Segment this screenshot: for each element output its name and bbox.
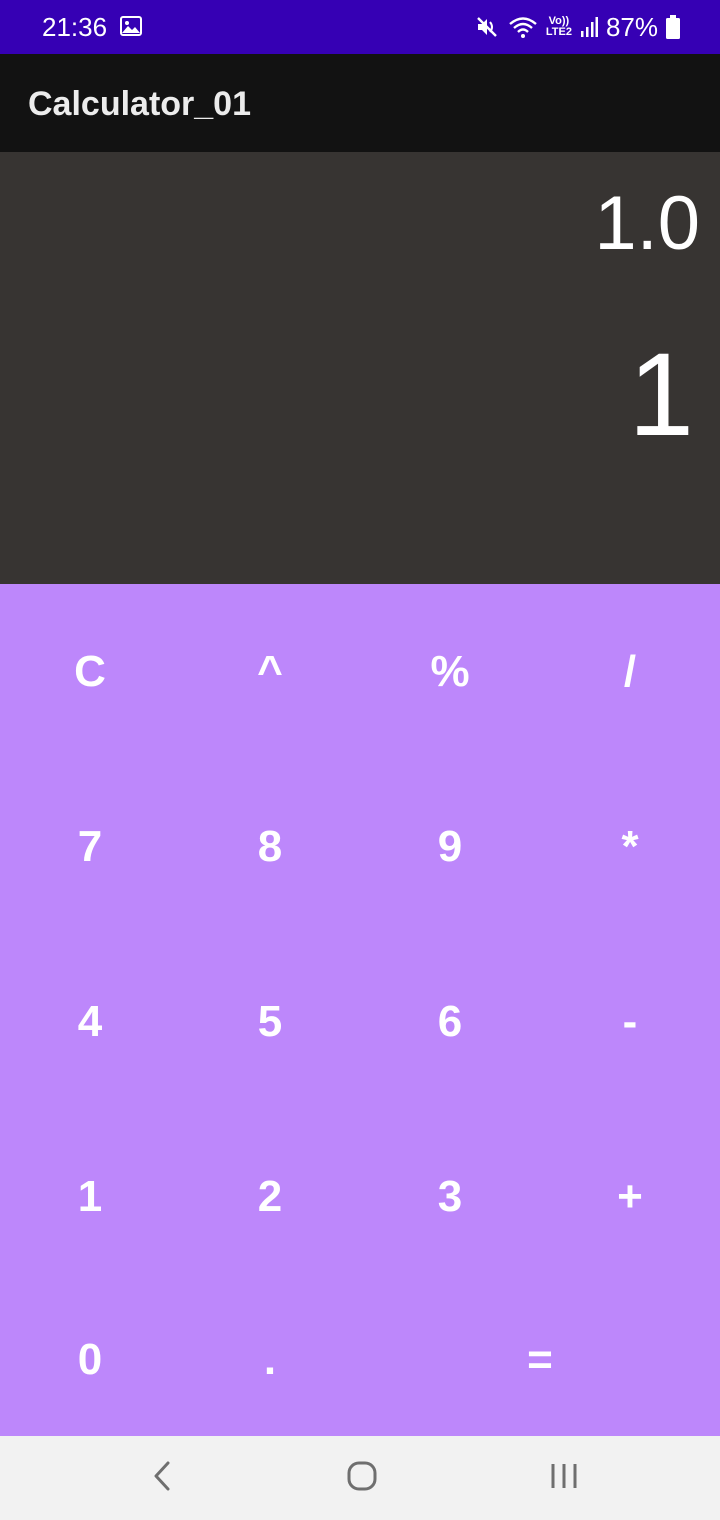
key-3[interactable]: 3	[360, 1109, 540, 1284]
recents-button[interactable]	[536, 1450, 592, 1506]
key-7[interactable]: 7	[0, 759, 180, 934]
navigation-bar	[0, 1436, 720, 1520]
calculator-display: 1.0 1	[0, 152, 720, 584]
key-decimal[interactable]: .	[180, 1284, 360, 1436]
mute-icon	[476, 16, 500, 38]
key-0[interactable]: 0	[0, 1284, 180, 1436]
keypad: C ^ % / 7 8 9 * 4 5 6 - 1 2 3 + 0 . =	[0, 584, 720, 1436]
key-add[interactable]: +	[540, 1109, 720, 1284]
key-1[interactable]: 1	[0, 1109, 180, 1284]
volte-icon: Vo)) LTE2	[545, 15, 572, 38]
back-button[interactable]	[134, 1450, 190, 1506]
home-button[interactable]	[334, 1450, 390, 1506]
calculator-screen: 21:36 Vo)) LTE2 87% Calculator_01 1.0 1 …	[0, 0, 720, 1520]
key-multiply[interactable]: *	[540, 759, 720, 934]
signal-icon	[580, 16, 598, 38]
home-icon	[345, 1459, 379, 1498]
gallery-icon	[120, 16, 142, 36]
status-time: 21:36	[42, 12, 108, 42]
battery-percent: 87%	[605, 12, 658, 42]
status-bar: 21:36 Vo)) LTE2 87%	[0, 0, 720, 54]
expression-text: 1.0	[594, 181, 700, 266]
back-icon	[150, 1460, 174, 1497]
key-4[interactable]: 4	[0, 934, 180, 1109]
key-subtract[interactable]: -	[540, 934, 720, 1109]
result-text: 1	[628, 329, 694, 461]
wifi-icon	[508, 15, 538, 39]
key-5[interactable]: 5	[180, 934, 360, 1109]
key-percent[interactable]: %	[360, 584, 540, 759]
key-equals[interactable]: =	[360, 1284, 720, 1436]
app-title: Calculator_01	[28, 85, 251, 123]
battery-icon	[666, 15, 680, 39]
status-icons: Vo)) LTE2 87%	[476, 10, 680, 44]
key-6[interactable]: 6	[360, 934, 540, 1109]
app-bar: Calculator_01	[0, 54, 720, 152]
key-8[interactable]: 8	[180, 759, 360, 934]
recents-icon	[548, 1460, 580, 1497]
key-2[interactable]: 2	[180, 1109, 360, 1284]
key-power[interactable]: ^	[180, 584, 360, 759]
key-divide[interactable]: /	[540, 584, 720, 759]
key-clear[interactable]: C	[0, 584, 180, 759]
key-9[interactable]: 9	[360, 759, 540, 934]
